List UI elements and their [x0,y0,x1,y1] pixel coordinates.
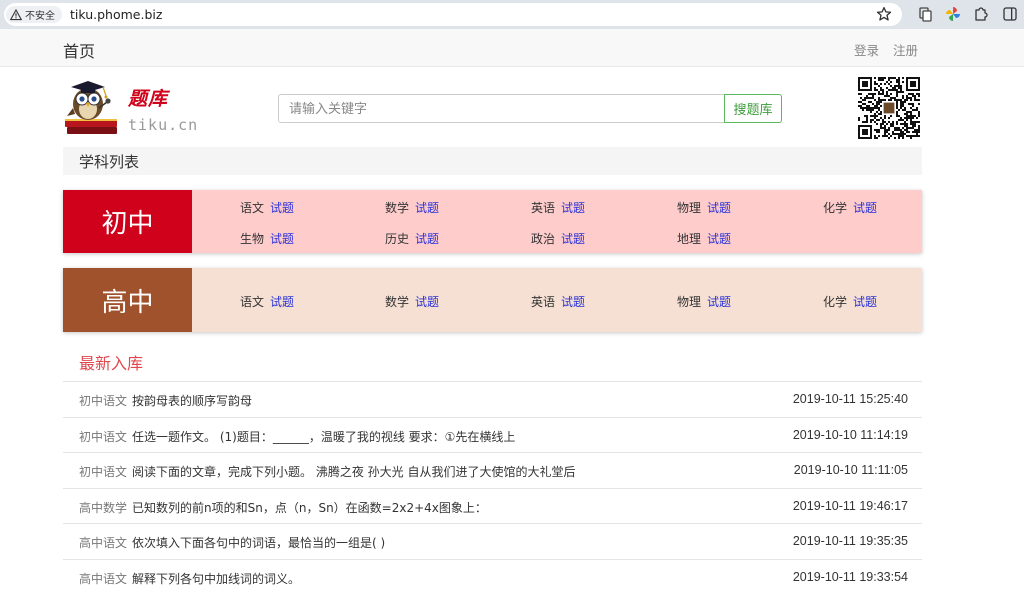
address-bar[interactable]: 不安全 tiku.phome.biz [4,3,902,26]
subject-name: 政治 [531,232,556,246]
row-question[interactable]: 任选一题作文。 (1)题目：______，温暖了我的视线 要求：①先在横线上 [132,430,515,444]
latest-row[interactable]: 初中语文 按韵母表的顺序写韵母 2019-10-11 15:25:40 [63,381,922,417]
login-link[interactable]: 登录 [854,43,879,58]
latest-row[interactable]: 高中数学 已知数列的前n项的和Sn，点（n，Sn）在函数=2x2+4x图象上： 2… [63,487,922,524]
row-date: 2019-10-10 11:14:19 [792,427,908,442]
row-date: 2019-10-11 19:33:54 [792,569,908,584]
subject-name: 物理 [677,295,702,309]
subject-questions-link[interactable]: 试题 [853,201,877,215]
subject-name: 英语 [531,295,556,309]
subject-questions-link[interactable]: 试题 [707,201,731,215]
extensions-puzzle-icon[interactable] [973,6,989,22]
latest-row[interactable]: 高中语文 解释下列各句中加线词的词义。 2019-10-11 19:33:54 [63,558,922,595]
row-category[interactable]: 初中语文 [79,465,127,479]
logo-domain: tiku.cn [128,116,199,134]
row-date: 2019-10-10 11:11:05 [793,463,908,477]
subject-name: 物理 [677,201,702,215]
row-question[interactable]: 按韵母表的顺序写韵母 [132,394,252,408]
search-button[interactable]: 搜题库 [724,94,782,123]
subject-name: 语文 [240,201,265,215]
subject-item: 历史 试题 [385,230,439,247]
subject-name: 数学 [385,201,410,215]
row-category[interactable]: 初中语文 [79,394,127,408]
subject-item: 英语 试题 [531,293,585,310]
subject-name: 数学 [385,295,410,309]
row-date: 2019-10-11 19:35:35 [792,534,908,548]
subject-item: 化学 试题 [823,293,877,310]
subject-name: 语文 [240,295,265,309]
extension-pinwheel-icon[interactable] [945,6,961,22]
level-name[interactable]: 高中 [63,268,192,332]
bookmark-star-icon[interactable] [876,6,892,22]
search-input[interactable] [278,94,725,123]
subject-questions-link[interactable]: 试题 [561,295,585,309]
subject-item: 政治 试题 [531,230,585,247]
latest-title: 最新入库 [79,354,144,373]
register-link[interactable]: 注册 [893,43,918,58]
extension-copy-icon[interactable] [917,6,933,22]
subject-item: 语文 试题 [240,293,294,310]
warning-icon [10,8,22,20]
subject-questions-link[interactable]: 试题 [270,201,294,215]
security-chip[interactable]: 不安全 [6,6,62,23]
subject-questions-link[interactable]: 试题 [707,295,731,309]
row-category[interactable]: 高中语文 [79,572,127,586]
level-block-junior: 初中 语文 试题 数学 试题 英语 试题 物理 试题 化学 试题 生物 试题 历史 试题 政治… [63,190,922,253]
subject-item: 物理 试题 [677,293,731,310]
subject-item: 英语 试题 [531,199,585,216]
security-label: 不安全 [25,11,55,22]
subject-questions-link[interactable]: 试题 [853,295,877,309]
row-question[interactable]: 解释下列各句中加线词的词义。 [132,572,300,586]
subject-name: 英语 [531,201,556,215]
subject-questions-link[interactable]: 试题 [561,232,585,246]
browser-toolbar: 不安全 tiku.phome.biz [0,0,1024,29]
logo-title: 题库 [128,88,169,110]
subject-questions-link[interactable]: 试题 [270,295,294,309]
subject-questions-link[interactable]: 试题 [270,232,294,246]
subject-questions-link[interactable]: 试题 [415,232,439,246]
side-panel-icon[interactable] [1002,6,1018,22]
subject-name: 生物 [240,232,265,246]
subject-list-header: 学科列表 [63,147,922,175]
subject-item: 数学 试题 [385,293,439,310]
section-title: 学科列表 [79,153,140,171]
row-category[interactable]: 高中数学 [79,501,127,515]
url-text[interactable]: tiku.phome.biz [70,7,162,22]
subject-questions-link[interactable]: 试题 [415,295,439,309]
nav-home-link[interactable]: 首页 [63,38,95,62]
subject-name: 化学 [823,201,848,215]
subject-name: 历史 [385,232,410,246]
row-category[interactable]: 初中语文 [79,430,127,444]
row-question[interactable]: 阅读下面的文章，完成下列小题。 沸腾之夜 孙大光 自从我们进了大使馆的大礼堂后 [132,465,575,479]
subject-item: 语文 试题 [240,199,294,216]
subject-name: 化学 [823,295,848,309]
subject-questions-link[interactable]: 试题 [707,232,731,246]
subject-questions-link[interactable]: 试题 [415,201,439,215]
level-block-senior: 高中 语文 试题 数学 试题 英语 试题 物理 试题 化学 试题 [63,268,922,332]
subject-item: 数学 试题 [385,199,439,216]
subject-name: 地理 [677,232,702,246]
row-date: 2019-10-11 15:25:40 [792,392,908,406]
subject-item: 化学 试题 [823,199,877,216]
latest-row[interactable]: 初中语文 任选一题作文。 (1)题目：______，温暖了我的视线 要求：①先在横… [63,416,922,453]
subject-item: 地理 试题 [677,230,731,247]
top-navbar: 首页 登录 注册 [0,29,1024,67]
row-category[interactable]: 高中语文 [79,536,127,550]
latest-row[interactable]: 初中语文 阅读下面的文章，完成下列小题。 沸腾之夜 孙大光 自从我们进了大使馆的大… [63,452,922,488]
latest-list: 初中语文 按韵母表的顺序写韵母 2019-10-11 15:25:40 初中语文任… [63,381,922,594]
nav-account: 登录 注册 [844,40,918,59]
row-question[interactable]: 依次填入下面各句中的词语，最恰当的一组是( ) [132,536,385,550]
subject-item: 物理 试题 [677,199,731,216]
subject-questions-link[interactable]: 试题 [561,201,585,215]
subject-item: 生物 试题 [240,230,294,247]
level-name[interactable]: 初中 [63,190,192,253]
row-question[interactable]: 已知数列的前n项的和Sn，点（n，Sn）在函数=2x2+4x图象上： [132,501,487,515]
latest-row[interactable]: 高中语文 依次填入下面各句中的词语，最恰当的一组是( ) 2019-10-11 1… [63,523,922,559]
row-date: 2019-10-11 19:46:17 [792,498,908,513]
qr-code [858,77,920,139]
